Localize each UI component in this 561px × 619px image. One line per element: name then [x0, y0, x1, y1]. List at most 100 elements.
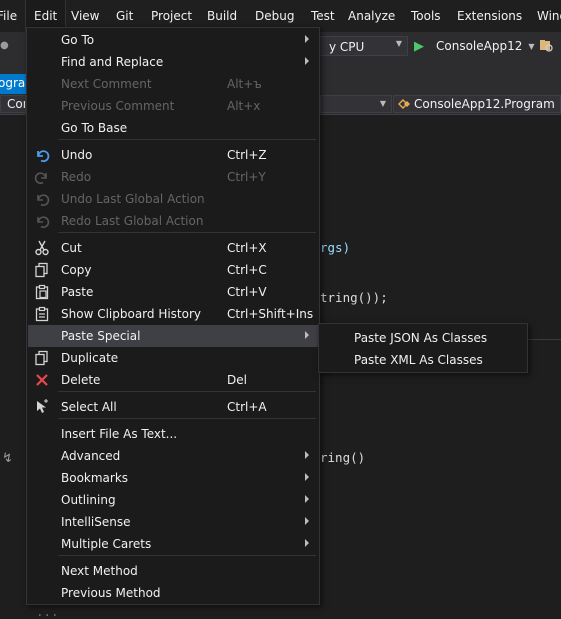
submenu-arrow-icon: [305, 473, 309, 481]
menu-item-show-clipboard-history[interactable]: Show Clipboard History Ctrl+Shift+Ins: [28, 303, 318, 325]
solution-platform-dropdown[interactable]: y CPU ▼: [316, 36, 408, 56]
paste-special-submenu: Paste JSON As Classes Paste XML As Classe…: [318, 323, 528, 373]
menu-item-duplicate[interactable]: Duplicate: [28, 347, 318, 369]
copy-icon: [35, 262, 48, 278]
menu-wind[interactable]: Wind: [537, 0, 561, 32]
delete-x-icon: [36, 374, 48, 386]
submenu-arrow-icon: [305, 517, 309, 525]
menu-item-label: Find and Replace: [61, 55, 164, 69]
menu-item-redo-last-global-action[interactable]: Redo Last Global Action: [28, 210, 318, 232]
menu-separator: [58, 139, 316, 140]
redo-global-icon: [37, 216, 50, 228]
scissors-icon: [35, 240, 49, 256]
submenu-arrow-icon: [305, 57, 309, 65]
menu-item-go-to[interactable]: Go To: [28, 29, 318, 51]
menu-item-intellisense[interactable]: IntelliSense: [28, 511, 318, 533]
code-line: ...: [36, 604, 59, 619]
menu-separator: [58, 232, 316, 233]
project-dropdown-label: Con: [7, 97, 25, 111]
menu-item-insert-file-as-text[interactable]: Insert File As Text...: [28, 423, 318, 445]
menu-item-go-to-base[interactable]: Go To Base: [28, 117, 318, 139]
menu-item-label: Undo: [61, 148, 93, 162]
menu-item-label: Copy: [61, 263, 92, 277]
menu-item-paste-special[interactable]: Paste Special: [28, 325, 318, 347]
menu-item-outlining[interactable]: Outlining: [28, 489, 318, 511]
menu-item-select-all[interactable]: Select All Ctrl+A: [28, 396, 318, 418]
menu-item-delete[interactable]: Delete Del: [28, 369, 318, 391]
menu-item-label: Outlining: [61, 493, 116, 507]
menu-item-label: Paste Special: [61, 329, 141, 343]
duplicate-icon: [35, 350, 48, 366]
menu-item-label: Delete: [61, 373, 101, 387]
menu-item-label: Paste JSON As Classes: [354, 331, 488, 345]
menu-item-label: Previous Method: [61, 586, 161, 600]
submenu-arrow-icon: [305, 495, 309, 503]
submenu-arrow-icon: [305, 331, 309, 339]
menu-item-shortcut: Ctrl+C: [227, 263, 267, 277]
code-identifier: rgs): [320, 240, 351, 255]
menu-item-label: Previous Comment: [61, 99, 175, 113]
menu-item-cut[interactable]: Cut Ctrl+X: [28, 237, 318, 259]
undo-global-icon: [37, 194, 50, 206]
code-line: ring(): [320, 450, 366, 465]
start-debugging-button[interactable]: ▶ ConsoleApp12 ▼: [414, 36, 535, 56]
menu-item-previous-comment[interactable]: Previous Comment Alt+x: [28, 95, 318, 117]
menu-item-undo-last-global-action[interactable]: Undo Last Global Action: [28, 188, 318, 210]
menu-separator: [58, 418, 316, 419]
chevron-down-icon: ▼: [395, 39, 402, 48]
menu-item-label: Undo Last Global Action: [61, 192, 205, 206]
menu-item-undo[interactable]: Undo Ctrl+Z: [28, 144, 318, 166]
menu-item-copy[interactable]: Copy Ctrl+C: [28, 259, 318, 281]
menu-item-label: Paste XML As Classes: [354, 353, 483, 367]
redo-icon: [34, 172, 47, 184]
menu-item-label: Show Clipboard History: [61, 307, 202, 321]
code-line: tring());: [320, 290, 388, 305]
menu-extensions[interactable]: Extensions: [457, 0, 522, 32]
menu-item-paste[interactable]: Paste Ctrl+V: [28, 281, 318, 303]
menu-item-label: Go To: [61, 33, 95, 47]
menu-item-shortcut: Ctrl+Shift+Ins: [227, 307, 314, 321]
submenu-arrow-icon: [305, 539, 309, 547]
class-icon: [398, 99, 410, 109]
menu-item-redo[interactable]: Redo Ctrl+Y: [28, 166, 318, 188]
menu-item-bookmarks[interactable]: Bookmarks: [28, 467, 318, 489]
open-folder-icon[interactable]: [539, 38, 553, 52]
menu-item-label: Advanced: [61, 449, 121, 463]
member-dropdown[interactable]: ConsoleApp12.Program: [393, 95, 561, 113]
menu-item-shortcut: Del: [227, 373, 247, 387]
codelens-references-icon[interactable]: ↯: [2, 451, 13, 466]
menu-item-label: Redo: [61, 170, 92, 184]
menu-item-next-method[interactable]: Next Method: [28, 560, 318, 582]
menu-item-label: Next Method: [61, 564, 138, 578]
menu-item-multiple-carets[interactable]: Multiple Carets: [28, 533, 318, 555]
submenu-arrow-icon: [305, 451, 309, 459]
menu-item-shortcut: Ctrl+A: [227, 400, 267, 414]
type-dropdown[interactable]: ▼: [320, 95, 392, 113]
undo-icon: [37, 150, 50, 162]
menu-item-label: Paste: [61, 285, 94, 299]
solution-platform-value: y CPU: [329, 40, 365, 54]
menu-item-label: Redo Last Global Action: [61, 214, 204, 228]
select-all-icon: [37, 399, 48, 413]
menu-item-paste-xml-as-classes[interactable]: Paste XML As Classes: [320, 349, 526, 371]
navigate-back-icon[interactable]: ●: [0, 40, 10, 52]
menu-item-paste-json-as-classes[interactable]: Paste JSON As Classes: [320, 327, 526, 349]
project-dropdown[interactable]: Con: [0, 95, 26, 113]
menu-item-label: Insert File As Text...: [61, 427, 178, 441]
menu-item-shortcut: Ctrl+Z: [227, 148, 267, 162]
tab-program-cs[interactable]: ogra: [0, 74, 26, 94]
menu-item-previous-method[interactable]: Previous Method: [28, 582, 318, 604]
chevron-down-icon[interactable]: ▼: [528, 42, 534, 51]
menu-item-label: IntelliSense: [61, 515, 131, 529]
menu-file[interactable]: File: [0, 0, 17, 32]
menu-item-shortcut: Alt+x: [227, 99, 261, 113]
member-dropdown-label: ConsoleApp12.Program: [414, 97, 555, 111]
tab-label: ogra: [0, 76, 26, 90]
play-icon: ▶: [414, 38, 424, 54]
menu-item-advanced[interactable]: Advanced: [28, 445, 318, 467]
menu-item-label: Duplicate: [61, 351, 119, 365]
menu-analyze[interactable]: Analyze: [348, 0, 395, 32]
menu-item-next-comment[interactable]: Next Comment Alt+ъ: [28, 73, 318, 95]
menu-tools[interactable]: Tools: [411, 0, 441, 32]
menu-item-find-and-replace[interactable]: Find and Replace: [28, 51, 318, 73]
